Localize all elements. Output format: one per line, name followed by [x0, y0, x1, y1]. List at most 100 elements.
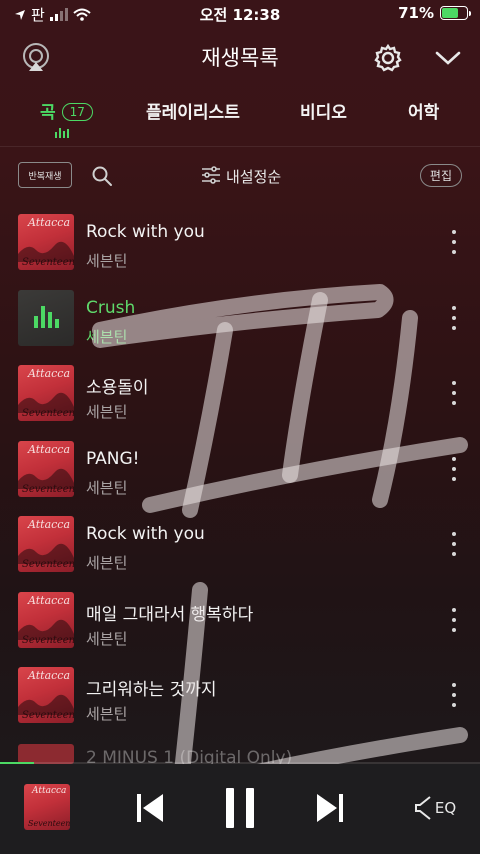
sort-settings-button[interactable] [200, 164, 222, 186]
album-artist: Seventeen [22, 635, 74, 646]
dot-icon [452, 703, 456, 707]
dot-icon [452, 477, 456, 481]
next-icon [317, 794, 343, 822]
dot-icon [452, 608, 456, 612]
chevron-down-icon [435, 51, 461, 65]
more-options-button[interactable] [450, 532, 458, 556]
now-playing-bars-icon [34, 304, 59, 328]
gear-icon [374, 43, 402, 72]
dot-icon [452, 552, 456, 556]
list-item[interactable]: Attacca Seventeen Rock with you 세븐틴 [0, 214, 480, 286]
song-artist: 세븐틴 [86, 403, 128, 421]
search-icon [92, 166, 112, 186]
dot-icon [452, 326, 456, 330]
more-options-button[interactable] [450, 683, 458, 707]
song-artist: 세븐틴 [86, 705, 128, 723]
album-title: Attacca [28, 594, 71, 607]
album-title: Attacca [32, 786, 67, 796]
battery-percent: 71% [398, 4, 434, 22]
edit-button[interactable]: 편집 [419, 164, 462, 187]
song-count-badge: 17 [61, 103, 93, 121]
tab-playlists[interactable]: 플레이리스트 [146, 98, 240, 123]
list-item[interactable]: Crush 세븐틴 [0, 290, 480, 362]
song-artist: 세븐틴 [86, 328, 128, 346]
list-item[interactable]: Attacca Seventeen 그리워하는 것까지 세븐틴 [0, 667, 480, 739]
dot-icon [452, 542, 456, 546]
album-art: Attacca Seventeen [18, 592, 74, 648]
album-title: Attacca [28, 669, 71, 682]
song-artist: 세븐틴 [86, 554, 128, 572]
dot-icon [452, 457, 456, 461]
search-button[interactable] [88, 162, 116, 190]
album-title: Attacca [28, 443, 71, 456]
dot-icon [452, 240, 456, 244]
eq-button[interactable]: EQ [410, 786, 460, 830]
album-title: Attacca [28, 216, 71, 229]
sliders-icon [202, 166, 220, 184]
dot-icon [452, 618, 456, 622]
song-artist: 세븐틴 [86, 252, 128, 270]
collapse-button[interactable] [430, 40, 466, 76]
dot-icon [452, 381, 456, 385]
album-artist: Seventeen [22, 559, 74, 570]
song-title: 매일 그대라서 행복하다 [86, 605, 254, 625]
dot-icon [452, 391, 456, 395]
dot-icon [452, 693, 456, 697]
tab-language[interactable]: 어학 [408, 98, 439, 123]
dot-icon [452, 316, 456, 320]
previous-button[interactable] [130, 786, 170, 830]
eq-label: EQ [434, 799, 457, 817]
dot-icon [452, 250, 456, 254]
settings-button[interactable] [370, 40, 406, 76]
album-title: Attacca [28, 367, 71, 380]
song-title: Rock with you [86, 222, 205, 242]
song-artist: 세븐틴 [86, 630, 128, 648]
song-title: Crush [86, 298, 136, 318]
playlist-header: 재생목록 [0, 38, 480, 78]
list-item[interactable]: Attacca Seventeen PANG! 세븐틴 [0, 441, 480, 513]
list-item-partial[interactable]: 2 MINUS 1 (Digital Only) [18, 744, 458, 764]
album-art: Attacca Seventeen [18, 365, 74, 421]
album-art [18, 290, 74, 346]
more-options-button[interactable] [450, 457, 458, 481]
dot-icon [452, 306, 456, 310]
album-art: Attacca Seventeen [18, 667, 74, 723]
tab-songs[interactable]: 곡 17 [40, 98, 93, 123]
repeat-button[interactable]: 반복재생 [18, 162, 72, 188]
album-title: Attacca [28, 518, 71, 531]
playing-indicator-icon [55, 128, 69, 138]
list-item[interactable]: Attacca Seventeen 소용돌이 세븐틴 [0, 365, 480, 437]
list-toolbar: 반복재생 내설정순 편집 [0, 160, 480, 192]
album-artist: Seventeen [28, 819, 70, 828]
song-title: PANG! [86, 449, 140, 469]
pause-button[interactable] [218, 786, 262, 830]
song-title: 소용돌이 [86, 378, 149, 398]
now-playing-art[interactable]: Attacca Seventeen [24, 784, 70, 830]
pause-icon [226, 788, 254, 828]
sort-order-label[interactable]: 내설정순 [226, 166, 281, 187]
tab-bar: 곡 17 플레이리스트 비디오 어학 [0, 96, 480, 147]
dot-icon [452, 683, 456, 687]
album-art: Attacca Seventeen [18, 441, 74, 497]
more-options-button[interactable] [450, 381, 458, 405]
dot-icon [452, 467, 456, 471]
more-options-button[interactable] [450, 306, 458, 330]
tab-songs-label: 곡 [40, 103, 56, 123]
tab-videos[interactable]: 비디오 [300, 98, 347, 123]
album-artist: Seventeen [22, 710, 74, 721]
list-item[interactable]: Attacca Seventeen Rock with you 세븐틴 [0, 516, 480, 588]
mini-player: Attacca Seventeen EQ [0, 764, 480, 854]
status-bar: 판 오전 12:38 71% [0, 0, 480, 30]
album-artist: Seventeen [22, 484, 74, 495]
album-art: Attacca Seventeen [18, 214, 74, 270]
dot-icon [452, 401, 456, 405]
dot-icon [452, 628, 456, 632]
more-options-button[interactable] [450, 608, 458, 632]
next-button[interactable] [310, 786, 350, 830]
song-title: 그리워하는 것까지 [86, 680, 217, 700]
list-item[interactable]: Attacca Seventeen 매일 그대라서 행복하다 세븐틴 [0, 592, 480, 664]
album-artist: Seventeen [22, 408, 74, 419]
album-art [18, 744, 74, 764]
album-art: Attacca Seventeen [18, 516, 74, 572]
more-options-button[interactable] [450, 230, 458, 254]
